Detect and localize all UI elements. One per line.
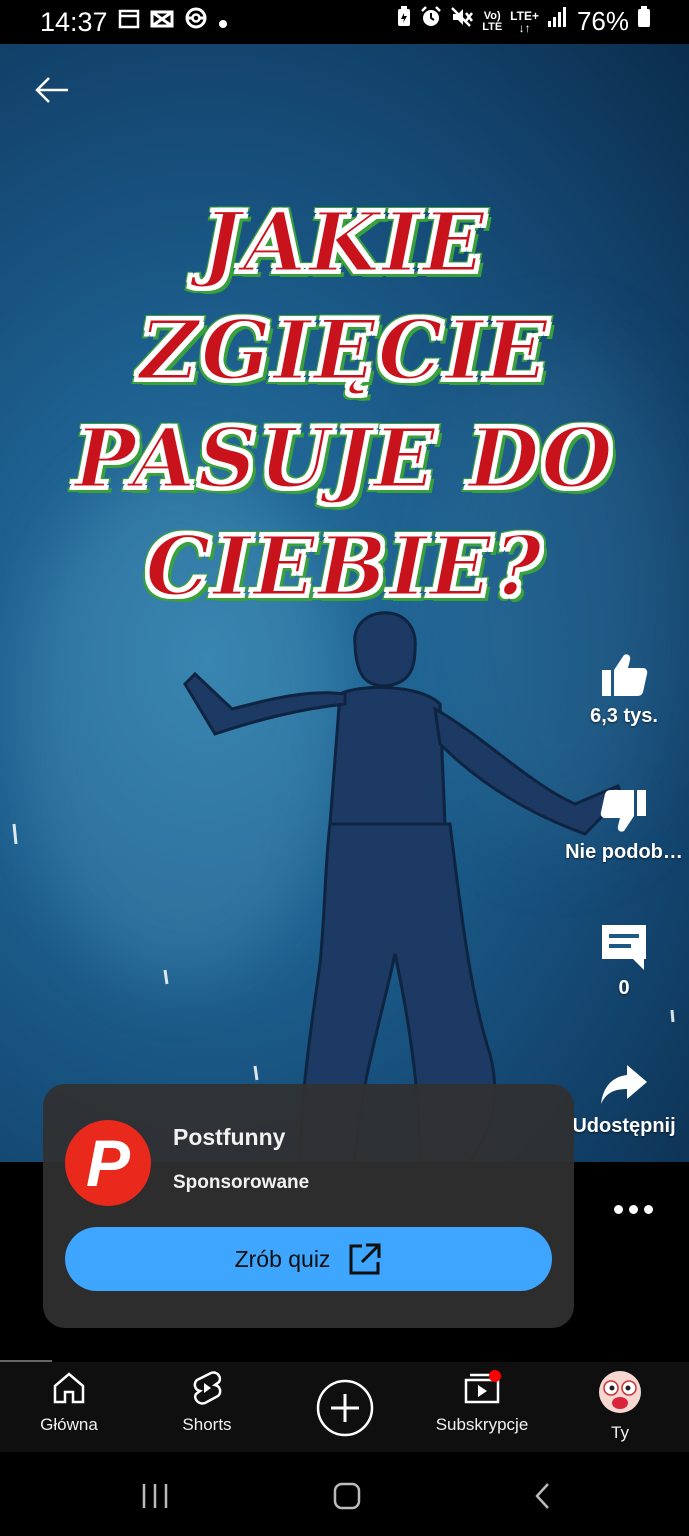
sponsored-ad-card[interactable]: P Postfunny Sponsorowane Zrób quiz	[43, 1084, 574, 1328]
nav-you-label: Ty	[611, 1423, 629, 1442]
comment-icon	[602, 925, 646, 970]
external-link-icon	[349, 1243, 381, 1275]
battery-percent: 76%	[576, 6, 629, 36]
like-button[interactable]: 6,3 tys.	[559, 650, 689, 728]
battery-icon	[637, 6, 651, 37]
home-icon	[53, 1372, 85, 1404]
mail-icon	[150, 8, 174, 38]
lte-label: LTE+	[510, 8, 539, 23]
bottom-navigation: Główna Shorts Subskrypcje Ty	[0, 1362, 689, 1452]
shorts-icon	[193, 1371, 222, 1405]
dislike-label: Nie podob…	[565, 841, 683, 863]
lte-icon: LTE+ ↓↑	[510, 8, 539, 35]
video-title-overlay: JAKIE ZGIĘCIE PASUJE DO CIEBIE?	[0, 189, 689, 621]
nav-create[interactable]	[280, 1378, 410, 1443]
more-options-button[interactable]	[608, 1192, 658, 1226]
avatar	[599, 1371, 641, 1413]
create-icon	[316, 1379, 374, 1437]
pokeball-icon	[184, 6, 208, 39]
status-time: 14:37	[40, 7, 108, 37]
take-quiz-button[interactable]: Zrób quiz	[65, 1227, 552, 1291]
sponsored-label: Sponsorowane	[173, 1172, 310, 1193]
like-count: 6,3 tys.	[590, 705, 658, 727]
nav-subscriptions-label: Subskrypcje	[435, 1415, 529, 1434]
thumbs-up-icon	[602, 654, 648, 696]
volte-icon: Vo) LTE	[482, 9, 503, 33]
arrow-left-icon	[35, 77, 68, 103]
dot-icon	[218, 8, 228, 38]
chevron-left-icon	[535, 1483, 549, 1509]
recent-apps-icon	[142, 1484, 168, 1508]
battery-saver-icon	[396, 6, 412, 37]
more-dot	[643, 1204, 653, 1214]
more-dot	[613, 1204, 623, 1214]
thumbs-down-icon	[600, 790, 646, 832]
home-system-button[interactable]	[330, 1478, 364, 1514]
share-button[interactable]: Udostępnij	[559, 1060, 689, 1138]
nav-home-label: Główna	[40, 1415, 98, 1434]
calendar-icon	[118, 7, 140, 38]
nav-you[interactable]: Ty	[555, 1370, 685, 1443]
system-navigation-bar	[0, 1452, 689, 1536]
title-line: CIEBIE?	[144, 518, 544, 617]
nav-home[interactable]: Główna	[4, 1370, 134, 1435]
back-button[interactable]	[30, 68, 74, 112]
subscriptions-icon	[464, 1370, 501, 1404]
more-dot	[628, 1204, 638, 1214]
comments-button[interactable]: 0	[559, 922, 689, 1000]
title-line: JAKIE ZGIĘCIE	[138, 194, 550, 401]
signal-icon	[547, 6, 569, 37]
nav-subscriptions[interactable]: Subskrypcje	[417, 1370, 547, 1435]
dislike-button[interactable]: Nie podob…	[559, 786, 689, 864]
title-line: PASUJE DO	[73, 410, 615, 509]
status-bar: 14:37 Vo) LTE LTE+ ↓↑ 76%	[0, 0, 689, 44]
advertiser-logo[interactable]: P	[65, 1120, 151, 1206]
logo-letter: P	[85, 1126, 131, 1200]
comments-count: 0	[618, 977, 630, 999]
share-label: Udostępnij	[572, 1115, 676, 1137]
alarm-icon	[420, 6, 442, 37]
system-back-button[interactable]	[526, 1478, 560, 1514]
cta-label: Zrób quiz	[234, 1245, 331, 1272]
nav-shorts-label: Shorts	[182, 1415, 232, 1434]
advertiser-name[interactable]: Postfunny	[173, 1124, 285, 1151]
nav-shorts[interactable]: Shorts	[142, 1370, 272, 1435]
notification-dot	[489, 1370, 501, 1382]
share-arrow-icon	[601, 1065, 647, 1104]
home-square-icon	[333, 1482, 361, 1510]
mute-icon	[450, 6, 474, 37]
recent-apps-button[interactable]	[138, 1478, 172, 1514]
